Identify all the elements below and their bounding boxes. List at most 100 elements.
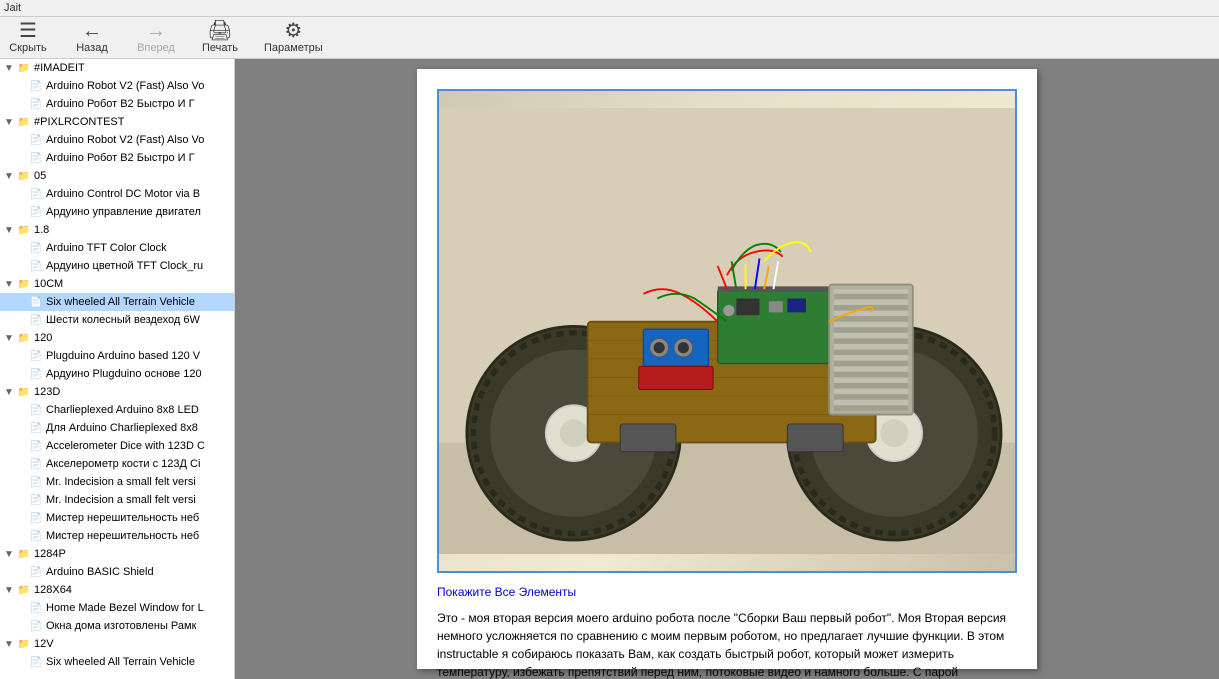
doc-icon: 📄 [28,96,44,112]
sidebar-item-doc-plugduino[interactable]: 📄Plugduino Arduino based 120 V [0,347,234,365]
sidebar-item-label: Arduino Робот В2 Быстро И Г [46,152,195,164]
hide-icon: ☰ [19,21,37,41]
sidebar-item-label: Arduino Robot V2 (Fast) Also Vo [46,80,204,92]
sidebar-item-doc-arduino-basic[interactable]: 📄Arduino BASIC Shield [0,563,234,581]
sidebar-item-doc-plugduino-ru[interactable]: 📄Ардуино Plugduino основе 120 [0,365,234,383]
sidebar-item-label: 12V [34,638,54,650]
sidebar-item-label: 05 [34,170,46,182]
sidebar-item-folder-128x64[interactable]: ▼📁128X64 [0,581,234,599]
hide-button[interactable]: ☰ Скрыть [8,21,48,54]
sidebar-item-label: 10СМ [34,278,63,290]
print-button[interactable]: 🖨 Печать [200,21,240,54]
sidebar-item-doc-mr-indecision-ru-1[interactable]: 📄Мистер нерешительность неб [0,509,234,527]
sidebar-item-doc-arduino-tft[interactable]: 📄Arduino TFT Color Clock [0,239,234,257]
sidebar-item-label: 123D [34,386,60,398]
sidebar-item-folder-1284p[interactable]: ▼📁1284P [0,545,234,563]
sidebar-item-doc-six-wheeled-ru[interactable]: 📄Шести колесный вездеход 6W [0,311,234,329]
sidebar-item-label: 1.8 [34,224,49,236]
sidebar-item-doc-six-wheeled[interactable]: 📄Six wheeled All Terrain Vehicle [0,293,234,311]
sidebar-item-doc-six-wheeled-2[interactable]: 📄Six wheeled All Terrain Vehicle [0,653,234,671]
doc-icon: 📄 [28,438,44,454]
sidebar-item-label: Mr. Indecision a small felt versi [46,494,196,506]
expand-icon: ▼ [2,585,16,596]
doc-icon: 📄 [28,510,44,526]
sidebar-item-label: Arduino BASIC Shield [46,566,154,578]
sidebar-item-label: Arduino TFT Color Clock [46,242,167,254]
folder-icon: 📁 [16,276,32,292]
doc-icon: 📄 [28,474,44,490]
sidebar-item-folder-05[interactable]: ▼📁05 [0,167,234,185]
doc-icon: 📄 [28,366,44,382]
sidebar-item-label: Окна дома изготовлены Рамк [46,620,196,632]
sidebar-item-folder-pixlrcontest[interactable]: ▼📁#PIXLRCONTEST [0,113,234,131]
sidebar-item-doc-home-made-ru[interactable]: 📄Окна дома изготовлены Рамк [0,617,234,635]
sidebar-item-doc-arduino-control[interactable]: 📄Arduino Control DC Motor via B [0,185,234,203]
folder-icon: 📁 [16,330,32,346]
article-content: Это - моя вторая версия моего arduino ро… [437,611,1006,679]
sidebar-item-folder-10cm[interactable]: ▼📁10СМ [0,275,234,293]
expand-icon: ▼ [2,225,16,236]
sidebar-item-doc-arduino-control-ru[interactable]: 📄Ардуино управление двигател [0,203,234,221]
sidebar-item-label: Ардуино цветной TFT Clock_ru [46,260,203,272]
sidebar-item-label: 1284P [34,548,66,560]
sidebar-item-folder-120[interactable]: ▼📁120 [0,329,234,347]
doc-icon: 📄 [28,402,44,418]
sidebar-item-doc-arduino-robot-v2-2[interactable]: 📄Arduino Robot V2 (Fast) Also Vo [0,131,234,149]
sidebar-item-doc-mr-indecision-2[interactable]: 📄Mr. Indecision a small felt versi [0,491,234,509]
sidebar-item-label: Шести колесный вездеход 6W [46,314,200,326]
folder-icon: 📁 [16,636,32,652]
sidebar-item-doc-arduino-robot-v2-ru-2[interactable]: 📄Arduino Робот В2 Быстро И Г [0,149,234,167]
content-area[interactable]: Покажите Все Элементы Это - моя вторая в… [235,59,1219,679]
folder-icon: 📁 [16,222,32,238]
sidebar-item-label: Six wheeled All Terrain Vehicle [46,296,195,308]
sidebar-item-label: Charlieplexed Arduino 8x8 LED [46,404,199,416]
robot-image [439,91,1015,571]
folder-icon: 📁 [16,60,32,76]
params-button[interactable]: ⚙ Параметры [264,21,323,54]
doc-icon: 📄 [28,420,44,436]
sidebar-item-label: Six wheeled All Terrain Vehicle [46,656,195,668]
doc-icon: 📄 [28,348,44,364]
expand-icon: ▼ [2,171,16,182]
forward-icon: → [146,21,166,41]
toolbar: ☰ Скрыть ← Назад → Вперед 🖨 Печать ⚙ Пар… [0,17,1219,59]
back-button[interactable]: ← Назад [72,21,112,54]
article-image-container [437,89,1017,573]
sidebar-item-doc-charlieplexed-ru[interactable]: 📄Для Arduino Charlieplexed 8x8 [0,419,234,437]
sidebar-item-label: Ардуино Plugduino основе 120 [46,368,202,380]
sidebar-item-doc-accelerometer[interactable]: 📄Accelerometer Dice with 123D C [0,437,234,455]
expand-icon: ▼ [2,333,16,344]
sidebar-item-doc-mr-indecision-1[interactable]: 📄Mr. Indecision a small felt versi [0,473,234,491]
folder-icon: 📁 [16,114,32,130]
main-layout: ▼📁#IMADEIT📄Arduino Robot V2 (Fast) Also … [0,59,1219,679]
sidebar-item-folder-18[interactable]: ▼📁1.8 [0,221,234,239]
sidebar-item-doc-arduino-robot-v2-1[interactable]: 📄Arduino Robot V2 (Fast) Also Vo [0,77,234,95]
doc-icon: 📄 [28,618,44,634]
sidebar-item-doc-charlieplexed[interactable]: 📄Charlieplexed Arduino 8x8 LED [0,401,234,419]
sidebar-item-label: Для Arduino Charlieplexed 8x8 [46,422,198,434]
expand-icon: ▼ [2,117,16,128]
params-icon: ⚙ [284,21,302,41]
doc-icon: 📄 [28,654,44,670]
sidebar-item-folder-123d[interactable]: ▼📁123D [0,383,234,401]
sidebar-item-label: #PIXLRCONTEST [34,116,124,128]
sidebar-item-doc-arduino-tft-ru[interactable]: 📄Ардуино цветной TFT Clock_ru [0,257,234,275]
sidebar-item-doc-home-made[interactable]: 📄Home Made Bezel Window for L [0,599,234,617]
forward-label: Вперед [137,42,175,54]
sidebar-item-label: #IMADEIT [34,62,85,74]
sidebar-item-doc-accelerometer-ru[interactable]: 📄Акселерометр кости с 123Д Ci [0,455,234,473]
sidebar[interactable]: ▼📁#IMADEIT📄Arduino Robot V2 (Fast) Also … [0,59,235,679]
sidebar-item-folder-imadeit[interactable]: ▼📁#IMADEIT [0,59,234,77]
hide-label: Скрыть [9,42,47,54]
expand-icon: ▼ [2,549,16,560]
forward-button[interactable]: → Вперед [136,21,176,54]
sidebar-item-doc-arduino-robot-v2-ru-1[interactable]: 📄Arduino Робот В2 Быстро И Г [0,95,234,113]
expand-icon: ▼ [2,387,16,398]
sidebar-item-folder-12v[interactable]: ▼📁12V [0,635,234,653]
doc-icon: 📄 [28,240,44,256]
sidebar-item-doc-mr-indecision-ru-2[interactable]: 📄Мистер нерешительность неб [0,527,234,545]
doc-icon: 📄 [28,294,44,310]
sidebar-item-label: Ардуино управление двигател [46,206,201,218]
expand-icon: ▼ [2,639,16,650]
show-all-elements[interactable]: Покажите Все Элементы [437,585,1017,599]
